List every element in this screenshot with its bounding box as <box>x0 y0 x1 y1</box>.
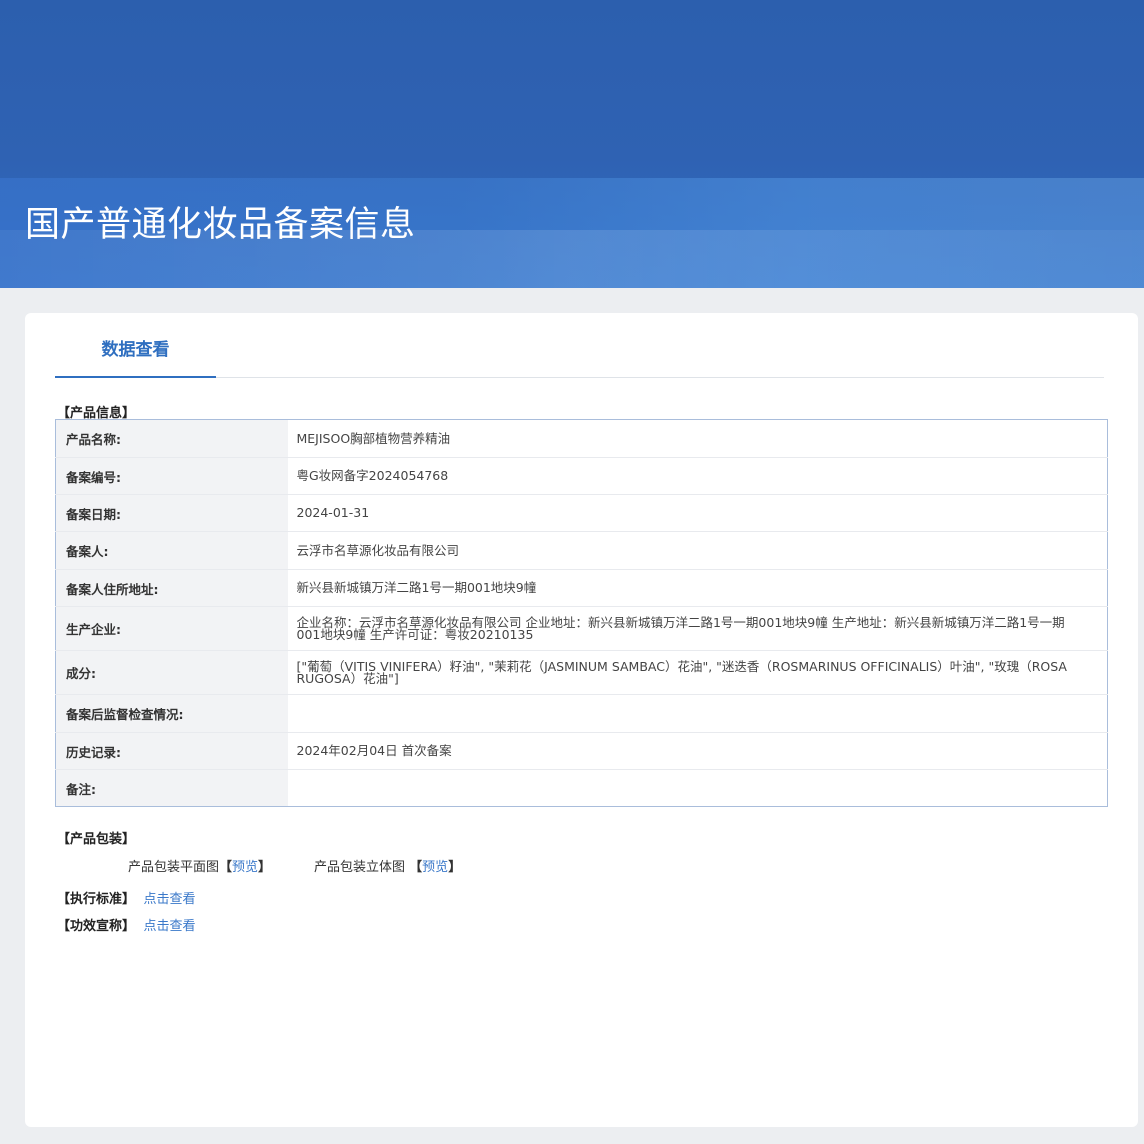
row-label: 备案后监督检查情况: <box>55 694 288 733</box>
efficacy-label: 【功效宣称】 <box>57 919 136 934</box>
table-row: 备案后监督检查情况: <box>55 694 1108 733</box>
package-solid-label: 产品包装立体图 <box>314 860 406 875</box>
row-label: 历史记录: <box>55 732 288 770</box>
table-row: 产品名称: MEJISOO胸部植物营养精油 <box>55 419 1108 458</box>
page-title: 国产普通化妆品备案信息 <box>25 205 416 245</box>
row-value: 2024年02月04日 首次备案 <box>287 732 1108 770</box>
standard-view-link[interactable]: 点击查看 <box>144 892 196 907</box>
row-value: 云浮市名草源化妆品有限公司 <box>287 531 1108 570</box>
row-label: 备注: <box>55 769 288 807</box>
packaging-title: 【产品包装】 <box>57 832 136 847</box>
standard-item: 【执行标准】 点击查看 <box>57 888 196 907</box>
bracket-close: 】 <box>448 860 462 875</box>
table-row: 备案人: 云浮市名草源化妆品有限公司 <box>55 531 1108 570</box>
bracket-open: 【 <box>219 860 233 875</box>
row-value: MEJISOO胸部植物营养精油 <box>287 419 1108 458</box>
table-row: 备注: <box>55 769 1108 807</box>
efficacy-item: 【功效宣称】 点击查看 <box>57 915 196 934</box>
row-value: 新兴县新城镇万洋二路1号一期001地块9幢 <box>287 569 1108 607</box>
row-label: 备案日期: <box>55 494 288 532</box>
row-value: 2024-01-31 <box>287 494 1108 532</box>
package-solid-item: 产品包装立体图 【预览】 <box>314 856 461 875</box>
bracket-open: 【 <box>409 860 423 875</box>
package-flat-label: 产品包装平面图 <box>128 860 220 875</box>
row-value <box>288 770 1108 807</box>
row-label: 产品名称: <box>55 419 288 458</box>
package-flat-preview-link[interactable]: 预览 <box>232 860 258 875</box>
content-card: 数据查看 【产品信息】 产品名称: MEJISOO胸部植物营养精油 备案编号: … <box>25 313 1138 1127</box>
row-label: 备案编号: <box>55 457 288 495</box>
header-banner: 国产普通化妆品备案信息 <box>0 0 1144 288</box>
table-row: 历史记录: 2024年02月04日 首次备案 <box>55 732 1108 770</box>
efficacy-view-link[interactable]: 点击查看 <box>144 919 196 934</box>
table-row: 生产企业: 企业名称：云浮市名草源化妆品有限公司 企业地址：新兴县新城镇万洋二路… <box>55 606 1108 651</box>
tab-data-view[interactable]: 数据查看 <box>55 313 216 378</box>
table-row: 成分: ["葡萄（VITIS VINIFERA）籽油", "茉莉花（JASMIN… <box>55 650 1108 695</box>
row-label: 生产企业: <box>55 606 288 651</box>
row-value <box>287 694 1108 733</box>
standard-label: 【执行标准】 <box>57 892 136 907</box>
table-row: 备案编号: 粤G妆网备字2024054768 <box>55 457 1108 495</box>
row-label: 备案人: <box>55 531 288 570</box>
tab-bar: 数据查看 <box>55 313 1104 378</box>
package-flat-item: 产品包装平面图【预览】 <box>128 856 271 875</box>
product-info-table: 产品名称: MEJISOO胸部植物营养精油 备案编号: 粤G妆网备字202405… <box>55 419 1108 807</box>
row-label: 备案人住所地址: <box>55 569 288 607</box>
table-row: 备案人住所地址: 新兴县新城镇万洋二路1号一期001地块9幢 <box>55 569 1108 607</box>
table-row: 备案日期: 2024-01-31 <box>55 494 1108 532</box>
row-label: 成分: <box>55 650 288 695</box>
row-value: 企业名称：云浮市名草源化妆品有限公司 企业地址：新兴县新城镇万洋二路1号一期00… <box>287 606 1108 651</box>
row-value: 粤G妆网备字2024054768 <box>287 457 1108 495</box>
row-value: ["葡萄（VITIS VINIFERA）籽油", "茉莉花（JASMINUM S… <box>287 650 1108 695</box>
package-solid-preview-link[interactable]: 预览 <box>422 860 448 875</box>
bracket-close: 】 <box>258 860 272 875</box>
